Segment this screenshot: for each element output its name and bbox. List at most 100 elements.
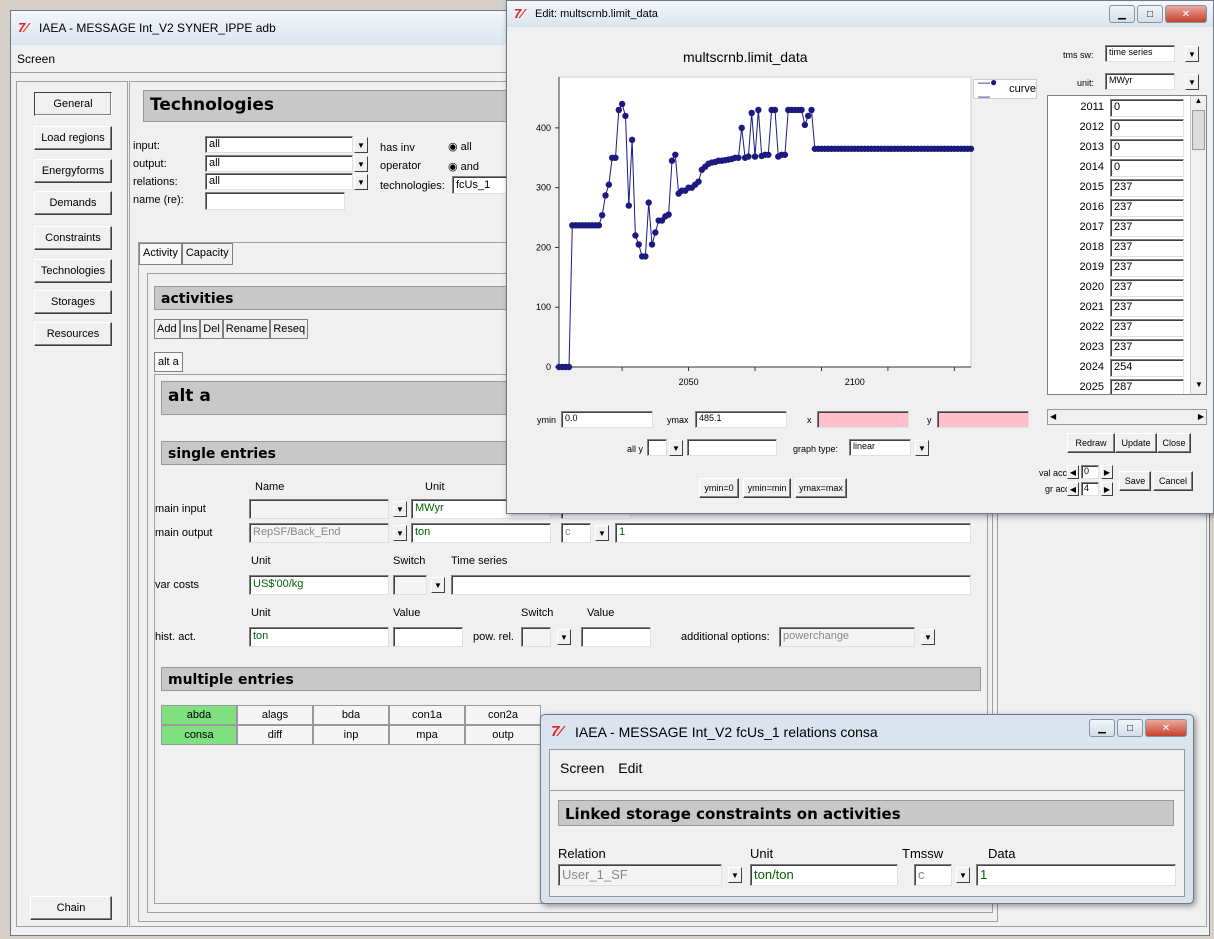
- all-y-select[interactable]: [647, 439, 667, 456]
- relation-select[interactable]: User_1_SF: [558, 864, 722, 886]
- year-value-input[interactable]: 254: [1110, 359, 1184, 377]
- ymin-min-button[interactable]: ymin=min: [743, 478, 791, 498]
- main-output-switch-select[interactable]: c: [561, 523, 591, 543]
- output-dropdown-icon[interactable]: ▼: [354, 156, 368, 172]
- entry-mpa[interactable]: mpa: [389, 725, 465, 745]
- tms-sw-select[interactable]: time series: [1105, 45, 1175, 62]
- cancel-button[interactable]: Cancel: [1153, 471, 1193, 491]
- relations-dropdown-icon[interactable]: ▼: [354, 174, 368, 190]
- tab-activity[interactable]: Activity: [139, 243, 182, 265]
- x-input[interactable]: [817, 411, 909, 428]
- additional-options-select[interactable]: powerchange: [779, 627, 915, 647]
- unit-select[interactable]: MWyr: [1105, 73, 1175, 90]
- menu-screen[interactable]: Screen: [17, 52, 55, 66]
- gr-acc-right-icon[interactable]: ▶: [1101, 482, 1113, 496]
- year-value-input[interactable]: 237: [1110, 319, 1184, 337]
- relation-unit-field[interactable]: ton/ton: [750, 864, 898, 886]
- scroll-up-icon[interactable]: ▲: [1191, 96, 1206, 110]
- relation-dropdown-icon[interactable]: ▼: [728, 867, 742, 883]
- nav-demands-button[interactable]: Demands: [34, 191, 112, 215]
- entry-con1a[interactable]: con1a: [389, 705, 465, 725]
- relations-title-bar[interactable]: 7⁄ IAEA - MESSAGE Int_V2 fcUs_1 relation…: [541, 715, 1193, 747]
- year-value-input[interactable]: 237: [1110, 259, 1184, 277]
- year-list-scrollbar[interactable]: ▲ ▼: [1190, 96, 1206, 394]
- del-button[interactable]: Del: [200, 319, 223, 339]
- main-output-value-field[interactable]: 1: [615, 523, 971, 543]
- pow-rel-dropdown-icon[interactable]: ▼: [557, 629, 571, 645]
- ymax-input[interactable]: 485.1: [695, 411, 787, 428]
- year-value-input[interactable]: 237: [1110, 299, 1184, 317]
- limit-data-chart[interactable]: 0 100 200 300 400 2050 2100: [515, 71, 975, 405]
- graph-type-select[interactable]: linear: [849, 439, 911, 456]
- pow-rel-value-field[interactable]: [581, 627, 651, 647]
- nav-constraints-button[interactable]: Constraints: [34, 226, 112, 250]
- year-value-input[interactable]: 287: [1110, 379, 1184, 394]
- input-filter-select[interactable]: all: [205, 136, 353, 153]
- additional-options-dropdown-icon[interactable]: ▼: [921, 629, 935, 645]
- relations-close-icon[interactable]: ✕: [1145, 719, 1187, 737]
- all-y-dropdown-icon[interactable]: ▼: [669, 440, 683, 456]
- relations-filter-select[interactable]: all: [205, 173, 353, 190]
- main-output-dropdown-icon[interactable]: ▼: [393, 525, 407, 541]
- nav-resources-button[interactable]: Resources: [34, 322, 112, 346]
- operator-radio-and[interactable]: ◉ and: [448, 160, 479, 173]
- gr-acc-input[interactable]: 4: [1081, 482, 1099, 496]
- relation-tmssw-select[interactable]: c: [914, 864, 952, 886]
- close-icon[interactable]: ✕: [1165, 5, 1207, 23]
- relations-menu-screen[interactable]: Screen: [560, 760, 604, 776]
- maximize-icon[interactable]: □: [1137, 5, 1163, 23]
- has-inv-radio-all[interactable]: ◉ all: [448, 140, 472, 153]
- input-dropdown-icon[interactable]: ▼: [354, 137, 368, 153]
- var-costs-timeseries-field[interactable]: [451, 575, 971, 595]
- ymin-input[interactable]: 0.0: [561, 411, 653, 428]
- nav-load-regions-button[interactable]: Load regions: [34, 126, 112, 150]
- close-button[interactable]: Close: [1157, 433, 1191, 453]
- tab-capacity[interactable]: Capacity: [181, 243, 233, 265]
- chain-button[interactable]: Chain: [30, 896, 112, 920]
- relation-data-field[interactable]: 1: [976, 864, 1176, 886]
- nav-energyforms-button[interactable]: Energyforms: [34, 159, 112, 183]
- hist-act-unit-field[interactable]: ton: [249, 627, 389, 647]
- name-re-input[interactable]: [205, 192, 345, 210]
- val-acc-input[interactable]: 0: [1081, 465, 1099, 479]
- update-button[interactable]: Update: [1115, 433, 1157, 453]
- main-input-dropdown-icon[interactable]: ▼: [393, 501, 407, 517]
- main-output-switch-dropdown-icon[interactable]: ▼: [595, 525, 609, 541]
- scroll-down-icon[interactable]: ▼: [1191, 380, 1206, 394]
- gr-acc-left-icon[interactable]: ◀: [1067, 482, 1079, 496]
- var-costs-switch-select[interactable]: [393, 575, 427, 595]
- entry-diff[interactable]: diff: [237, 725, 313, 745]
- entry-consa[interactable]: consa: [161, 725, 237, 745]
- save-button[interactable]: Save: [1119, 471, 1151, 491]
- relations-maximize-icon[interactable]: □: [1117, 719, 1143, 737]
- year-value-input[interactable]: 237: [1110, 219, 1184, 237]
- year-value-input[interactable]: 0: [1110, 159, 1184, 177]
- relations-menu-edit[interactable]: Edit: [618, 760, 642, 776]
- main-input-name-select[interactable]: [249, 499, 389, 519]
- year-value-input[interactable]: 237: [1110, 339, 1184, 357]
- nav-storages-button[interactable]: Storages: [34, 290, 112, 314]
- reseq-button[interactable]: Reseq: [270, 319, 309, 339]
- nav-technologies-button[interactable]: Technologies: [34, 259, 112, 283]
- year-list-hscroll[interactable]: ◀ ▶: [1047, 409, 1207, 425]
- hist-act-value-field[interactable]: [393, 627, 463, 647]
- main-output-unit-field[interactable]: ton: [411, 523, 551, 543]
- var-costs-switch-dropdown-icon[interactable]: ▼: [431, 577, 445, 593]
- graph-type-dropdown-icon[interactable]: ▼: [915, 440, 929, 456]
- year-value-input[interactable]: 0: [1110, 99, 1184, 117]
- val-acc-right-icon[interactable]: ▶: [1101, 465, 1113, 479]
- year-value-input[interactable]: 237: [1110, 279, 1184, 297]
- alt-a-tab[interactable]: alt a: [154, 352, 183, 372]
- entry-alags[interactable]: alags: [237, 705, 313, 725]
- main-output-name-select[interactable]: RepSF/Back_End: [249, 523, 389, 543]
- pow-rel-switch-select[interactable]: [521, 627, 551, 647]
- ins-button[interactable]: Ins: [179, 319, 201, 339]
- year-value-input[interactable]: 0: [1110, 139, 1184, 157]
- redraw-button[interactable]: Redraw: [1067, 433, 1115, 453]
- relations-minimize-icon[interactable]: ▁: [1089, 719, 1115, 737]
- entry-con2a[interactable]: con2a: [465, 705, 541, 725]
- ymax-max-button[interactable]: ymax=max: [795, 478, 847, 498]
- y-input[interactable]: [937, 411, 1029, 428]
- entry-abda[interactable]: abda: [161, 705, 237, 725]
- all-y-input[interactable]: [687, 439, 777, 456]
